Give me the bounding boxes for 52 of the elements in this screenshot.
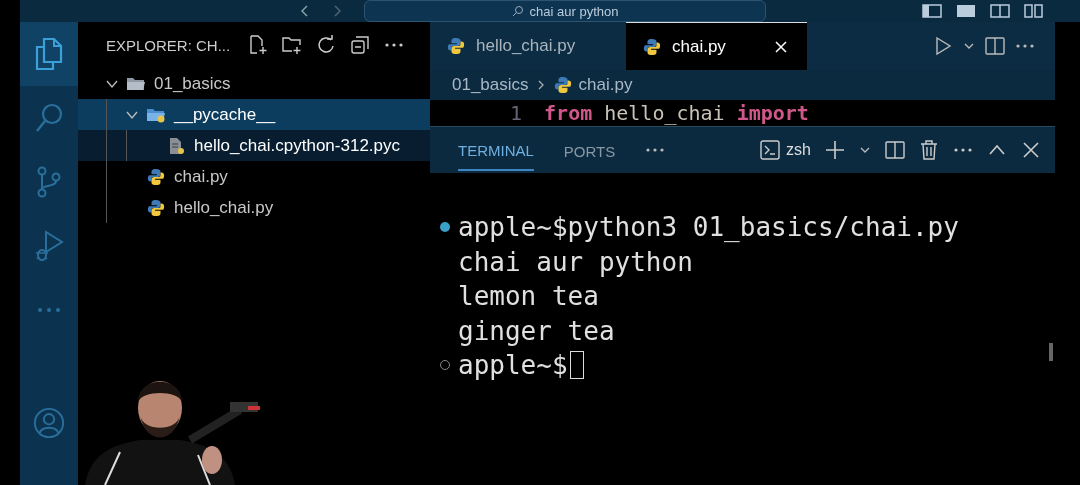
tree-item[interactable]: chai.py	[78, 161, 430, 192]
search-icon	[511, 5, 524, 17]
new-file-icon[interactable]	[248, 35, 269, 55]
terminal-cursor	[569, 351, 584, 380]
breadcrumb[interactable]: 01_basics	[452, 75, 529, 95]
editor-tab[interactable]: chai.py	[626, 22, 807, 70]
editor-tab[interactable]: hello_chai.py	[430, 22, 626, 70]
tree-item[interactable]: hello_chai.cpython-312.pyc	[78, 130, 430, 161]
command-success-dot[interactable]	[440, 222, 450, 233]
python-icon	[552, 76, 573, 94]
panel-toggle-icon[interactable]	[956, 4, 976, 18]
explorer-title: EXPLORER: CH...	[106, 36, 231, 54]
panel-tab[interactable]: TERMINAL	[458, 129, 534, 171]
tree-item[interactable]: hello_chai.py	[78, 192, 430, 223]
trash-icon[interactable]	[919, 140, 939, 160]
layout-grid-icon[interactable]	[1024, 4, 1044, 18]
split-editor-icon[interactable]	[985, 36, 1005, 56]
collapse-all-icon[interactable]	[350, 35, 371, 55]
python-icon	[146, 167, 166, 186]
python-icon	[146, 198, 166, 217]
scrollbar[interactable]	[1049, 343, 1053, 361]
breadcrumb[interactable]: chai.py	[578, 75, 633, 95]
terminal-line: chai aur python	[458, 246, 693, 277]
terminal-line: apple~$python3 01_basics/chai.py	[458, 212, 959, 243]
activity-item[interactable]	[20, 22, 78, 86]
more-icon	[37, 307, 61, 313]
forward-icon[interactable]	[332, 5, 342, 17]
terminal-line: lemon tea	[458, 281, 599, 312]
close-icon[interactable]	[775, 40, 787, 53]
command-search-field[interactable]: chai aur python	[364, 0, 766, 22]
terminal-shell-button[interactable]: zsh	[760, 140, 811, 160]
python-icon	[446, 37, 466, 55]
split-layout-icon[interactable]	[990, 4, 1010, 18]
account-icon	[33, 406, 65, 440]
split-terminal-icon[interactable]	[885, 140, 905, 160]
line-number: 1	[510, 101, 523, 125]
refresh-icon[interactable]	[316, 35, 337, 55]
terminal-line: ginger tea	[458, 315, 615, 346]
sidebar-toggle-icon[interactable]	[922, 4, 942, 18]
back-icon[interactable]	[300, 5, 310, 17]
add-icon[interactable]	[825, 140, 845, 160]
new-folder-icon[interactable]	[282, 35, 303, 55]
run-debug-icon	[33, 229, 65, 263]
run-icon[interactable]	[933, 36, 953, 56]
tree-item[interactable]: __pycache__	[78, 99, 430, 130]
tree-item[interactable]: 01_basics	[78, 68, 430, 99]
code-line: from hello_chai import	[544, 101, 810, 125]
close-icon[interactable]	[1021, 140, 1041, 160]
panel-tab[interactable]: PORTS	[563, 130, 616, 170]
python-icon	[642, 37, 662, 56]
terminal-line: apple~$	[458, 350, 568, 381]
files-icon	[33, 37, 65, 71]
